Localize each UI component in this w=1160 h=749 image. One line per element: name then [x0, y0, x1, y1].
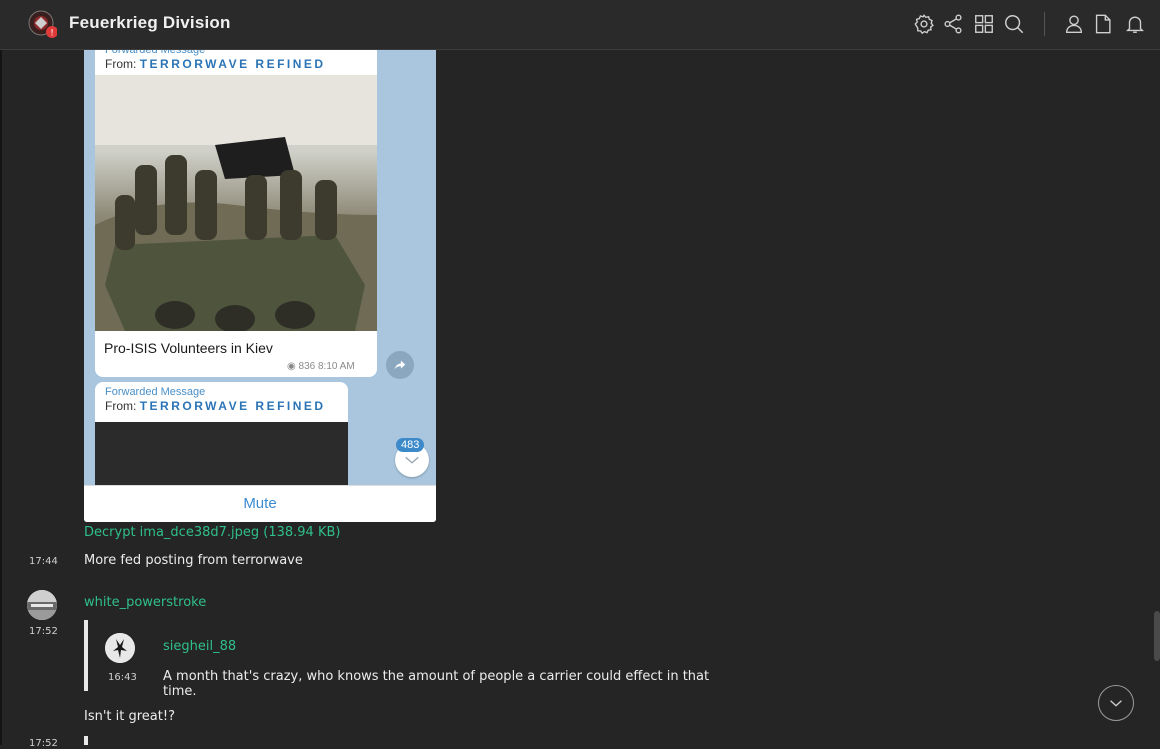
message-time: 17:52 — [29, 626, 58, 637]
user-avatar[interactable] — [27, 590, 57, 620]
channel-title: Feuerkrieg Division — [69, 13, 231, 32]
unread-badge: 483 — [396, 438, 425, 452]
post-photo — [95, 75, 377, 331]
chevron-down-icon — [1110, 700, 1122, 707]
forwarded-post-card: Forwarded Message From: TERRORWAVE REFIN… — [95, 50, 377, 377]
quoted-text: A month that's crazy, who knows the amou… — [163, 669, 710, 699]
message-author[interactable]: white_powerstroke — [84, 595, 206, 610]
scrollbar-thumb[interactable] — [1154, 611, 1160, 661]
post-caption: Pro-ISIS Volunteers in Kiev — [104, 340, 273, 356]
eye-icon: ◉ — [287, 361, 299, 372]
message-time: 17:44 — [29, 556, 58, 567]
jump-to-bottom-button[interactable] — [1098, 685, 1134, 721]
forwarded-post-card-2: Forwarded Message From: TERRORWAVE REFIN… — [95, 382, 348, 492]
quoted-message-border — [84, 736, 88, 745]
decrypt-attachment-link[interactable]: Decrypt ima_dce38d7.jpeg (138.94 KB) — [84, 525, 340, 540]
quoted-author[interactable]: siegheil_88 — [163, 639, 236, 654]
user-icon[interactable] — [1063, 12, 1085, 36]
forward-share-icon — [386, 351, 414, 379]
channel-logo[interactable]: ! — [27, 10, 58, 40]
grid-icon[interactable] — [973, 12, 995, 36]
attached-image[interactable]: Forwarded Message From: TERRORWAVE REFIN… — [84, 50, 436, 522]
svg-text:!: ! — [50, 29, 54, 39]
forward-header: Forwarded Message From: TERRORWAVE REFIN… — [105, 50, 326, 71]
message-text: More fed posting from terrorwave — [84, 553, 303, 568]
search-icon[interactable] — [1003, 12, 1025, 36]
share-icon[interactable] — [942, 12, 964, 36]
message-text: Isn't it great!? — [84, 709, 175, 724]
quoted-user-avatar — [105, 633, 135, 663]
post-views-time: ◉ 836 8:10 AM — [287, 361, 355, 372]
video-thumbnail — [95, 422, 348, 492]
header-divider — [1044, 12, 1045, 36]
settings-icon[interactable] — [913, 12, 935, 36]
bell-icon[interactable] — [1124, 12, 1146, 36]
file-icon[interactable] — [1092, 12, 1114, 36]
app-header: ! Feuerkrieg Division — [0, 0, 1160, 50]
mute-bar: Mute — [84, 485, 436, 522]
left-edge — [0, 0, 2, 745]
quoted-time: 16:43 — [108, 672, 137, 683]
quoted-message[interactable]: siegheil_88 16:43 A month that's crazy, … — [84, 620, 724, 699]
message-time: 17:52 — [29, 738, 58, 749]
